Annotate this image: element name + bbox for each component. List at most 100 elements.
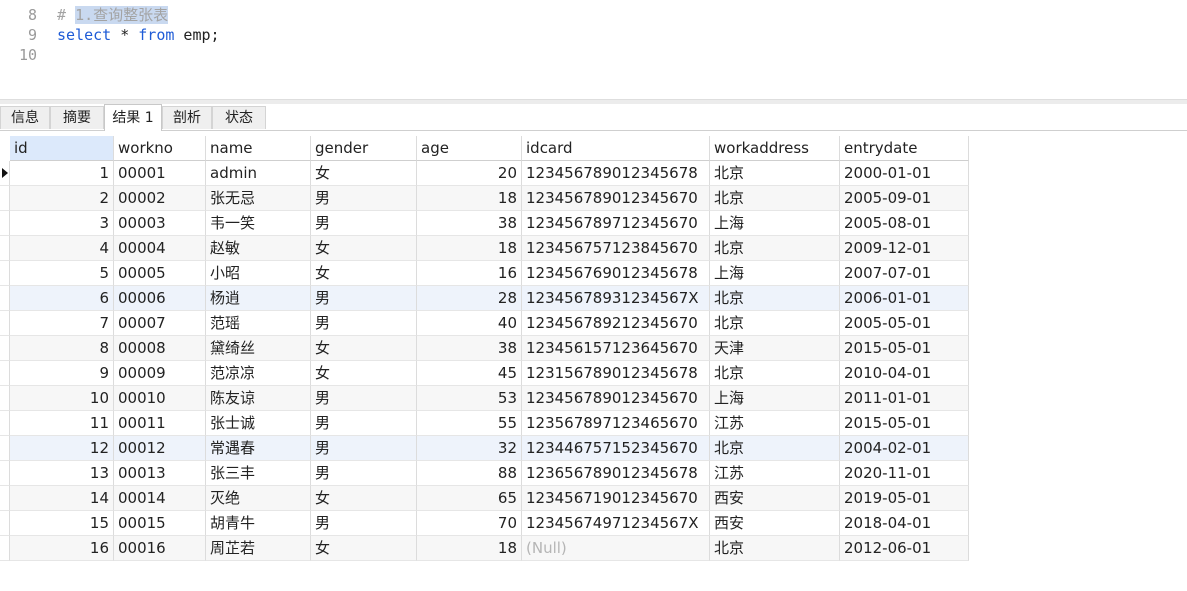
cell-workno[interactable]: 00013 xyxy=(114,461,206,486)
cell-gender[interactable]: 女 xyxy=(311,261,417,286)
cell-gender[interactable]: 男 xyxy=(311,411,417,436)
cell-name[interactable]: 韦一笑 xyxy=(206,211,311,236)
row-indicator[interactable] xyxy=(0,161,10,186)
cell-gender[interactable]: 男 xyxy=(311,461,417,486)
cell-entrydate[interactable]: 2019-05-01 xyxy=(840,486,969,511)
cell-entrydate[interactable]: 2005-08-01 xyxy=(840,211,969,236)
cell-id[interactable]: 12 xyxy=(10,436,114,461)
tab-info[interactable]: 信息 xyxy=(0,106,50,129)
cell-age[interactable]: 38 xyxy=(417,336,522,361)
cell-workno[interactable]: 00009 xyxy=(114,361,206,386)
column-header-entrydate[interactable]: entrydate xyxy=(840,136,969,161)
cell-name[interactable]: 灭绝 xyxy=(206,486,311,511)
row-indicator[interactable] xyxy=(0,261,10,286)
cell-entrydate[interactable]: 2007-07-01 xyxy=(840,261,969,286)
cell-name[interactable]: 范凉凉 xyxy=(206,361,311,386)
cell-idcard[interactable]: 123446757152345670 xyxy=(522,436,710,461)
cell-age[interactable]: 53 xyxy=(417,386,522,411)
cell-idcard[interactable]: 123456719012345670 xyxy=(522,486,710,511)
cell-workaddress[interactable]: 上海 xyxy=(710,261,840,286)
cell-id[interactable]: 16 xyxy=(10,536,114,561)
row-indicator[interactable] xyxy=(0,511,10,536)
cell-age[interactable]: 70 xyxy=(417,511,522,536)
cell-age[interactable]: 65 xyxy=(417,486,522,511)
cell-idcard[interactable]: 123656789012345678 xyxy=(522,461,710,486)
cell-age[interactable]: 16 xyxy=(417,261,522,286)
cell-age[interactable]: 40 xyxy=(417,311,522,336)
cell-id[interactable]: 15 xyxy=(10,511,114,536)
cell-id[interactable]: 14 xyxy=(10,486,114,511)
tab-summary[interactable]: 摘要 xyxy=(50,106,104,129)
tab-profile[interactable]: 剖析 xyxy=(162,106,212,129)
cell-id[interactable]: 9 xyxy=(10,361,114,386)
cell-name[interactable]: 范瑶 xyxy=(206,311,311,336)
row-indicator[interactable] xyxy=(0,311,10,336)
cell-workaddress[interactable]: 北京 xyxy=(710,186,840,211)
cell-age[interactable]: 18 xyxy=(417,236,522,261)
cell-id[interactable]: 1 xyxy=(10,161,114,186)
cell-workno[interactable]: 00006 xyxy=(114,286,206,311)
cell-idcard[interactable]: 123567897123465670 xyxy=(522,411,710,436)
cell-workno[interactable]: 00004 xyxy=(114,236,206,261)
cell-age[interactable]: 32 xyxy=(417,436,522,461)
cell-name[interactable]: 小昭 xyxy=(206,261,311,286)
cell-workno[interactable]: 00003 xyxy=(114,211,206,236)
cell-entrydate[interactable]: 2009-12-01 xyxy=(840,236,969,261)
row-indicator[interactable] xyxy=(0,236,10,261)
cell-name[interactable]: 陈友谅 xyxy=(206,386,311,411)
cell-entrydate[interactable]: 2006-01-01 xyxy=(840,286,969,311)
cell-workno[interactable]: 00010 xyxy=(114,386,206,411)
cell-id[interactable]: 13 xyxy=(10,461,114,486)
cell-id[interactable]: 10 xyxy=(10,386,114,411)
cell-gender[interactable]: 女 xyxy=(311,486,417,511)
cell-workaddress[interactable]: 上海 xyxy=(710,211,840,236)
cell-entrydate[interactable]: 2015-05-01 xyxy=(840,411,969,436)
cell-gender[interactable]: 女 xyxy=(311,336,417,361)
column-header-workno[interactable]: workno xyxy=(114,136,206,161)
cell-entrydate[interactable]: 2000-01-01 xyxy=(840,161,969,186)
cell-gender[interactable]: 女 xyxy=(311,536,417,561)
cell-workaddress[interactable]: 北京 xyxy=(710,236,840,261)
cell-name[interactable]: 张无忌 xyxy=(206,186,311,211)
cell-id[interactable]: 5 xyxy=(10,261,114,286)
cell-entrydate[interactable]: 2020-11-01 xyxy=(840,461,969,486)
cell-name[interactable]: 张三丰 xyxy=(206,461,311,486)
cell-workno[interactable]: 00007 xyxy=(114,311,206,336)
cell-workaddress[interactable]: 江苏 xyxy=(710,461,840,486)
column-header-age[interactable]: age xyxy=(417,136,522,161)
cell-idcard[interactable]: 12345678931234567X xyxy=(522,286,710,311)
row-indicator[interactable] xyxy=(0,286,10,311)
cell-name[interactable]: 赵敏 xyxy=(206,236,311,261)
cell-age[interactable]: 45 xyxy=(417,361,522,386)
cell-idcard[interactable]: 12345674971234567X xyxy=(522,511,710,536)
row-indicator[interactable] xyxy=(0,361,10,386)
cell-entrydate[interactable]: 2012-06-01 xyxy=(840,536,969,561)
cell-age[interactable]: 38 xyxy=(417,211,522,236)
cell-idcard[interactable]: 123456769012345678 xyxy=(522,261,710,286)
cell-gender[interactable]: 女 xyxy=(311,161,417,186)
cell-workno[interactable]: 00008 xyxy=(114,336,206,361)
cell-idcard[interactable]: 123456789012345678 xyxy=(522,161,710,186)
cell-age[interactable]: 18 xyxy=(417,186,522,211)
cell-workno[interactable]: 00015 xyxy=(114,511,206,536)
row-indicator[interactable] xyxy=(0,211,10,236)
cell-workaddress[interactable]: 北京 xyxy=(710,361,840,386)
row-indicator[interactable] xyxy=(0,461,10,486)
cell-entrydate[interactable]: 2004-02-01 xyxy=(840,436,969,461)
cell-entrydate[interactable]: 2018-04-01 xyxy=(840,511,969,536)
column-header-name[interactable]: name xyxy=(206,136,311,161)
cell-name[interactable]: 张士诚 xyxy=(206,411,311,436)
cell-workno[interactable]: 00005 xyxy=(114,261,206,286)
tab-status[interactable]: 状态 xyxy=(212,106,266,129)
cell-name[interactable]: 杨逍 xyxy=(206,286,311,311)
cell-idcard[interactable]: (Null) xyxy=(522,536,710,561)
cell-workaddress[interactable]: 北京 xyxy=(710,536,840,561)
cell-id[interactable]: 3 xyxy=(10,211,114,236)
cell-gender[interactable]: 女 xyxy=(311,361,417,386)
cell-id[interactable]: 6 xyxy=(10,286,114,311)
row-indicator[interactable] xyxy=(0,386,10,411)
cell-idcard[interactable]: 123456157123645670 xyxy=(522,336,710,361)
cell-workno[interactable]: 00001 xyxy=(114,161,206,186)
column-header-workaddress[interactable]: workaddress xyxy=(710,136,840,161)
cell-gender[interactable]: 男 xyxy=(311,311,417,336)
